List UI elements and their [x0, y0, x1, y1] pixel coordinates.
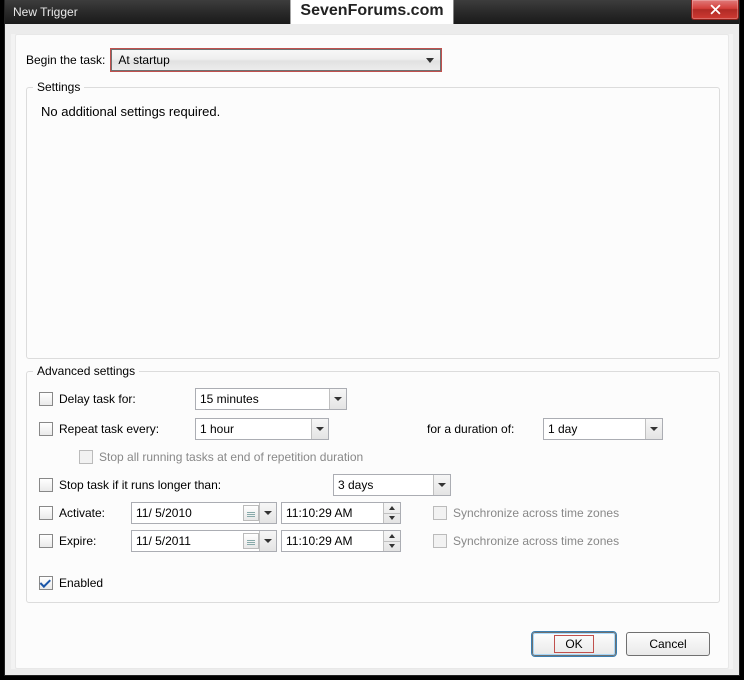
begin-task-value: At startup	[118, 53, 169, 67]
activate-time[interactable]: 11:10:29 AM	[281, 502, 401, 524]
chevron-down-icon	[645, 419, 662, 439]
expire-sync-label: Synchronize across time zones	[453, 534, 619, 548]
enabled-label: Enabled	[59, 576, 103, 590]
repeat-row: Repeat task every:	[39, 418, 159, 440]
ok-button[interactable]: OK	[532, 632, 616, 656]
calendar-icon	[243, 505, 259, 521]
calendar-icon	[243, 533, 259, 549]
activate-time-value: 11:10:29 AM	[286, 506, 353, 520]
activate-sync-label: Synchronize across time zones	[453, 506, 619, 520]
settings-group: Settings No additional settings required…	[26, 87, 720, 359]
watermark: SevenForums.com	[290, 0, 453, 24]
titlebar: New Trigger SevenForums.com	[5, 0, 739, 24]
cancel-button[interactable]: Cancel	[626, 632, 710, 656]
expire-checkbox[interactable]	[39, 534, 53, 548]
activate-checkbox[interactable]	[39, 506, 53, 520]
dialog-footer: OK Cancel	[532, 632, 710, 656]
new-trigger-dialog: New Trigger SevenForums.com Begin the ta…	[4, 0, 740, 676]
expire-sync-row: Synchronize across time zones	[433, 530, 619, 552]
expire-time-value: 11:10:29 AM	[286, 534, 353, 548]
activate-sync-row: Synchronize across time zones	[433, 502, 619, 524]
chevron-down-icon	[329, 389, 346, 409]
delay-label: Delay task for:	[59, 392, 136, 406]
chevron-down-icon	[311, 419, 328, 439]
duration-combo[interactable]: 1 day	[543, 418, 663, 440]
settings-text: No additional settings required.	[41, 104, 220, 119]
stop-longer-combo[interactable]: 3 days	[333, 474, 451, 496]
spinner-icon	[383, 531, 400, 551]
cancel-label: Cancel	[649, 637, 686, 651]
repeat-checkbox[interactable]	[39, 422, 53, 436]
delay-checkbox[interactable]	[39, 392, 53, 406]
stop-longer-row: Stop task if it runs longer than:	[39, 474, 221, 496]
stop-longer-label: Stop task if it runs longer than:	[59, 478, 221, 492]
begin-task-row: Begin the task: At startup	[26, 49, 441, 71]
stop-repetition-row: Stop all running tasks at end of repetit…	[79, 446, 363, 468]
chevron-down-icon	[426, 58, 434, 63]
enabled-checkbox[interactable]	[39, 576, 53, 590]
duration-value: 1 day	[548, 422, 577, 436]
expire-label: Expire:	[59, 534, 96, 548]
ok-label: OK	[554, 635, 593, 653]
repeat-label: Repeat task every:	[59, 422, 159, 436]
activate-sync-checkbox	[433, 506, 447, 520]
repeat-value: 1 hour	[200, 422, 234, 436]
dialog-content: Begin the task: At startup Settings No a…	[5, 24, 739, 675]
begin-task-select[interactable]: At startup	[111, 49, 441, 71]
duration-label: for a duration of:	[427, 422, 514, 436]
close-icon	[710, 4, 721, 15]
delay-row: Delay task for:	[39, 388, 136, 410]
enabled-row: Enabled	[39, 572, 103, 594]
delay-combo[interactable]: 15 minutes	[195, 388, 347, 410]
activate-date-value: 11/ 5/2010	[136, 506, 192, 520]
stop-repetition-checkbox	[79, 450, 93, 464]
stop-longer-value: 3 days	[338, 478, 373, 492]
expire-row: Expire:	[39, 530, 96, 552]
begin-task-label: Begin the task:	[26, 53, 105, 67]
delay-value: 15 minutes	[200, 392, 259, 406]
window-title: New Trigger	[5, 5, 78, 19]
settings-group-label: Settings	[33, 80, 84, 94]
close-button[interactable]	[691, 0, 739, 20]
advanced-group-label: Advanced settings	[33, 364, 139, 378]
chevron-down-icon	[259, 503, 276, 523]
repeat-combo[interactable]: 1 hour	[195, 418, 329, 440]
chevron-down-icon	[433, 475, 450, 495]
activate-row: Activate:	[39, 502, 105, 524]
stop-repetition-label: Stop all running tasks at end of repetit…	[99, 450, 363, 464]
chevron-down-icon	[259, 531, 276, 551]
activate-date[interactable]: 11/ 5/2010	[131, 502, 277, 524]
activate-label: Activate:	[59, 506, 105, 520]
expire-time[interactable]: 11:10:29 AM	[281, 530, 401, 552]
spinner-icon	[383, 503, 400, 523]
expire-date-value: 11/ 5/2011	[136, 534, 191, 548]
advanced-group: Advanced settings Delay task for: 15 min…	[26, 371, 720, 603]
expire-date[interactable]: 11/ 5/2011	[131, 530, 277, 552]
stop-longer-checkbox[interactable]	[39, 478, 53, 492]
expire-sync-checkbox	[433, 534, 447, 548]
